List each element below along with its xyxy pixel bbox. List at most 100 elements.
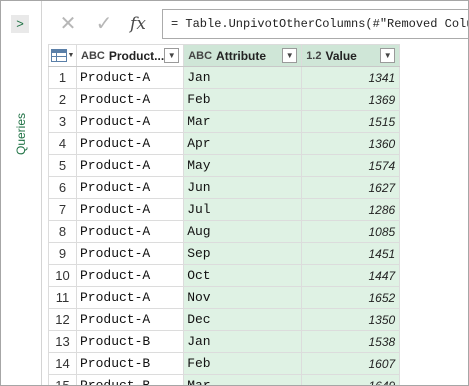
row-number[interactable]: 14 bbox=[48, 352, 77, 375]
cell-value[interactable]: 1515 bbox=[301, 110, 401, 133]
cell-attribute[interactable]: Jan bbox=[183, 66, 303, 89]
cell-value[interactable]: 1341 bbox=[301, 66, 401, 89]
queries-pane-label[interactable]: Queries bbox=[4, 89, 38, 179]
table-row: 6 Product-A Jun 1627 bbox=[48, 176, 401, 199]
cell-attribute[interactable]: Jun bbox=[183, 176, 303, 199]
cell-value[interactable]: 1350 bbox=[301, 308, 401, 331]
row-number[interactable]: 15 bbox=[48, 374, 77, 385]
row-number[interactable]: 5 bbox=[48, 154, 77, 177]
row-number[interactable]: 13 bbox=[48, 330, 77, 353]
formula-input[interactable]: = Table.UnpivotOtherColumns(#"Removed Co… bbox=[162, 9, 468, 39]
cell-attribute[interactable]: Oct bbox=[183, 264, 303, 287]
cell-product[interactable]: Product-A bbox=[75, 286, 185, 309]
cell-value[interactable]: 1085 bbox=[301, 220, 401, 243]
cell-product[interactable]: Product-A bbox=[75, 110, 185, 133]
text-type-icon[interactable]: ABC bbox=[188, 50, 212, 62]
cell-value[interactable]: 1360 bbox=[301, 132, 401, 155]
cell-value[interactable]: 1538 bbox=[301, 330, 401, 353]
check-icon: ✓ bbox=[95, 13, 113, 35]
table-row: 15 Product-B Mar 1649 bbox=[48, 374, 401, 385]
filter-dropdown-button[interactable]: ▼ bbox=[380, 48, 396, 63]
cell-attribute[interactable]: Sep bbox=[183, 242, 303, 265]
cell-attribute[interactable]: Aug bbox=[183, 220, 303, 243]
table-row: 2 Product-A Feb 1369 bbox=[48, 88, 401, 111]
table-menu-corner[interactable]: ▼ bbox=[48, 44, 77, 67]
row-number[interactable]: 12 bbox=[48, 308, 77, 331]
chevron-right-icon: > bbox=[16, 16, 24, 31]
row-number[interactable]: 4 bbox=[48, 132, 77, 155]
cell-attribute[interactable]: Feb bbox=[183, 88, 303, 111]
cell-value[interactable]: 1652 bbox=[301, 286, 401, 309]
power-query-editor: > Queries ✕ ✓ fx = Table.UnpivotOtherCol… bbox=[0, 0, 469, 386]
grid-body: 1 Product-A Jan 1341 2 Product-A Feb 1369 3 Produ… bbox=[48, 66, 401, 385]
cell-product[interactable]: Product-A bbox=[75, 176, 185, 199]
cell-value[interactable]: 1447 bbox=[301, 264, 401, 287]
table-row: 11 Product-A Nov 1652 bbox=[48, 286, 401, 309]
table-row: 4 Product-A Apr 1360 bbox=[48, 132, 401, 155]
table-row: 13 Product-B Jan 1538 bbox=[48, 330, 401, 353]
cell-attribute[interactable]: Apr bbox=[183, 132, 303, 155]
table-row: 7 Product-A Jul 1286 bbox=[48, 198, 401, 221]
insert-function-button[interactable]: fx bbox=[120, 9, 156, 39]
cell-product[interactable]: Product-B bbox=[75, 374, 185, 385]
expand-queries-button[interactable]: > bbox=[11, 15, 29, 33]
filter-dropdown-button[interactable]: ▼ bbox=[164, 48, 180, 63]
cell-attribute[interactable]: Jan bbox=[183, 330, 303, 353]
close-icon: ✕ bbox=[59, 13, 77, 35]
row-number[interactable]: 9 bbox=[48, 242, 77, 265]
cell-value[interactable]: 1451 bbox=[301, 242, 401, 265]
column-name-product: Product... bbox=[108, 48, 165, 63]
cell-value[interactable]: 1649 bbox=[301, 374, 401, 385]
row-number[interactable]: 3 bbox=[48, 110, 77, 133]
cell-value[interactable]: 1286 bbox=[301, 198, 401, 221]
column-header-product[interactable]: ABC Product... ▼ bbox=[75, 44, 185, 67]
cell-product[interactable]: Product-A bbox=[75, 66, 185, 89]
queries-label-text: Queries bbox=[14, 112, 28, 156]
cell-product[interactable]: Product-A bbox=[75, 242, 185, 265]
decimal-type-icon[interactable]: 1.2 bbox=[306, 50, 321, 62]
cell-value[interactable]: 1607 bbox=[301, 352, 401, 375]
cell-value[interactable]: 1574 bbox=[301, 154, 401, 177]
row-number[interactable]: 6 bbox=[48, 176, 77, 199]
cell-attribute[interactable]: Feb bbox=[183, 352, 303, 375]
cell-attribute[interactable]: Nov bbox=[183, 286, 303, 309]
cancel-formula-button[interactable]: ✕ bbox=[50, 9, 86, 39]
cell-product[interactable]: Product-B bbox=[75, 330, 185, 353]
text-type-icon[interactable]: ABC bbox=[81, 50, 105, 62]
fx-icon: fx bbox=[130, 14, 146, 34]
data-preview-grid: ▼ ABC Product... ▼ ABC Attribute ▼ 1.2 V… bbox=[48, 44, 401, 385]
commit-formula-button[interactable]: ✓ bbox=[86, 9, 122, 39]
row-number[interactable]: 7 bbox=[48, 198, 77, 221]
table-row: 1 Product-A Jan 1341 bbox=[48, 66, 401, 89]
cell-attribute[interactable]: Mar bbox=[183, 374, 303, 385]
cell-product[interactable]: Product-A bbox=[75, 198, 185, 221]
cell-product[interactable]: Product-A bbox=[75, 88, 185, 111]
table-row: 14 Product-B Feb 1607 bbox=[48, 352, 401, 375]
cell-attribute[interactable]: May bbox=[183, 154, 303, 177]
cell-value[interactable]: 1627 bbox=[301, 176, 401, 199]
cell-product[interactable]: Product-A bbox=[75, 132, 185, 155]
cell-product[interactable]: Product-A bbox=[75, 308, 185, 331]
column-header-attribute[interactable]: ABC Attribute ▼ bbox=[183, 44, 303, 67]
cell-attribute[interactable]: Mar bbox=[183, 110, 303, 133]
column-name-value: Value bbox=[325, 48, 357, 63]
row-number[interactable]: 2 bbox=[48, 88, 77, 111]
cell-value[interactable]: 1369 bbox=[301, 88, 401, 111]
cell-product[interactable]: Product-A bbox=[75, 220, 185, 243]
cell-product[interactable]: Product-B bbox=[75, 352, 185, 375]
row-number[interactable]: 10 bbox=[48, 264, 77, 287]
cell-product[interactable]: Product-A bbox=[75, 264, 185, 287]
formula-bar: ✕ ✓ fx = Table.UnpivotOtherColumns(#"Rem… bbox=[48, 9, 468, 39]
cell-product[interactable]: Product-A bbox=[75, 154, 185, 177]
row-number[interactable]: 8 bbox=[48, 220, 77, 243]
cell-attribute[interactable]: Jul bbox=[183, 198, 303, 221]
cell-attribute[interactable]: Dec bbox=[183, 308, 303, 331]
table-icon bbox=[50, 49, 67, 62]
header-row: ▼ ABC Product... ▼ ABC Attribute ▼ 1.2 V… bbox=[48, 44, 401, 67]
table-row: 8 Product-A Aug 1085 bbox=[48, 220, 401, 243]
row-number[interactable]: 1 bbox=[48, 66, 77, 89]
column-header-value[interactable]: 1.2 Value ▼ bbox=[301, 44, 401, 67]
row-number[interactable]: 11 bbox=[48, 286, 77, 309]
filter-dropdown-button[interactable]: ▼ bbox=[282, 48, 298, 63]
table-row: 3 Product-A Mar 1515 bbox=[48, 110, 401, 133]
